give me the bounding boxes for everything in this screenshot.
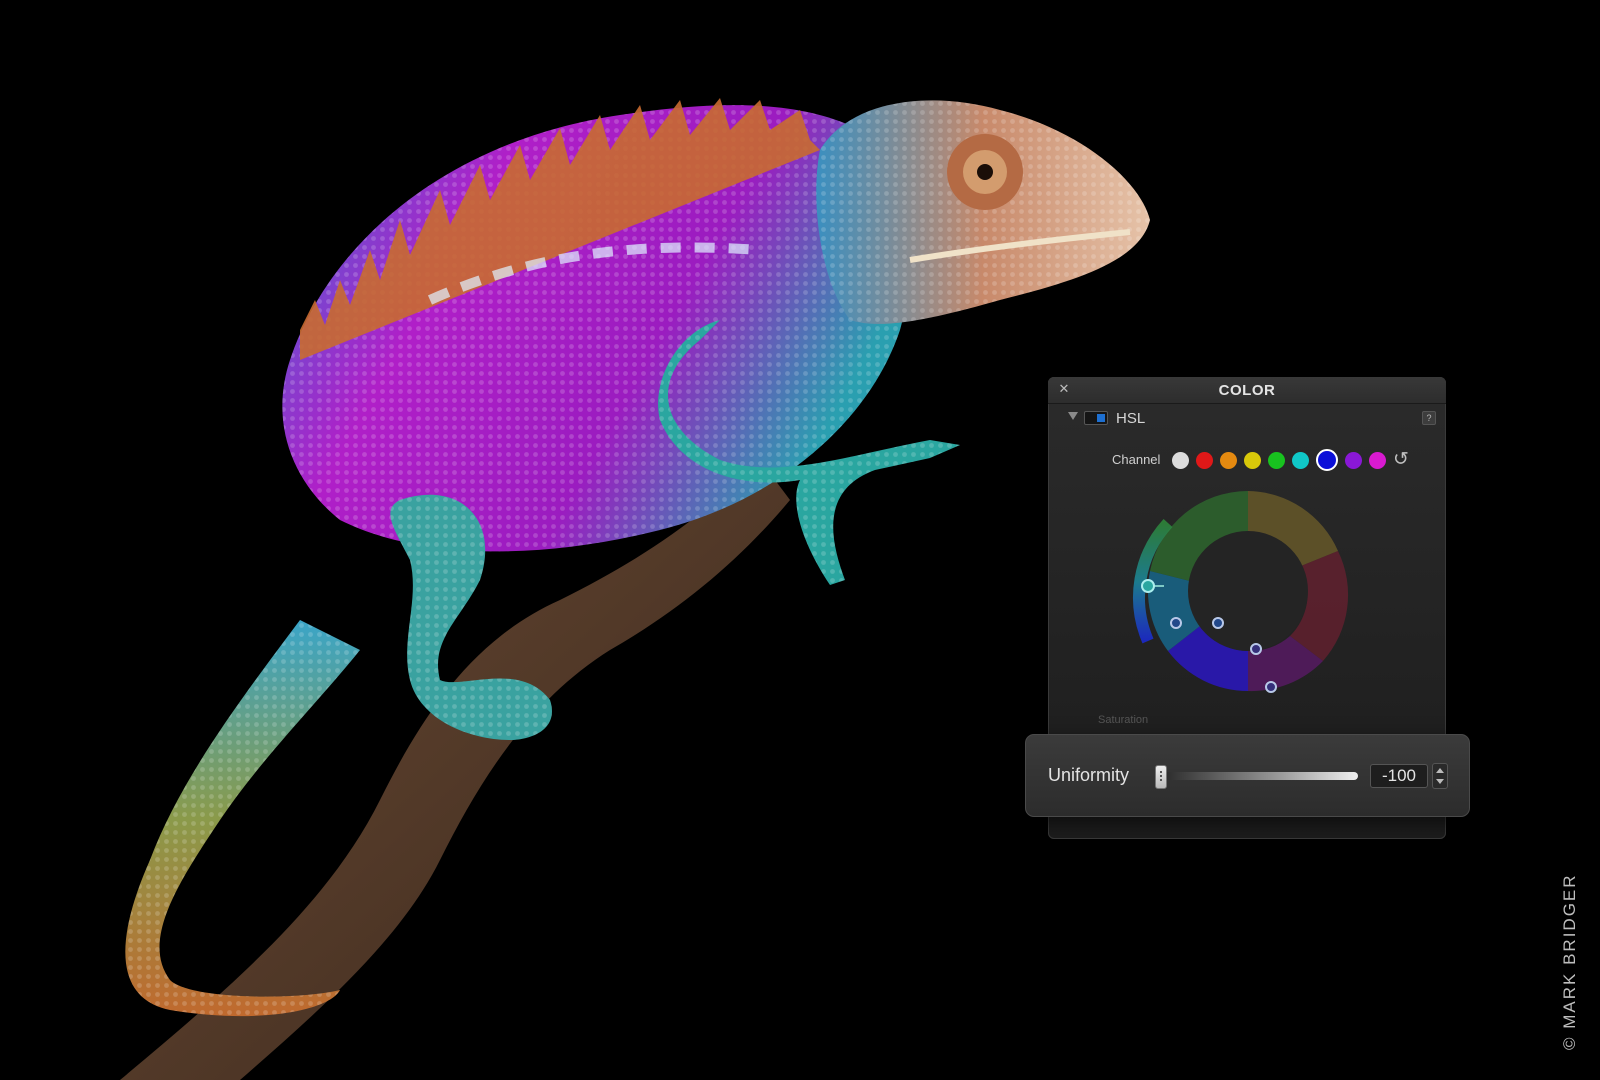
reset-icon[interactable]: ↺ [1393, 448, 1409, 471]
hue-handle[interactable] [1170, 617, 1182, 629]
channel-dot-magenta[interactable] [1369, 451, 1386, 469]
uniformity-control: Uniformity -100 [1025, 734, 1470, 817]
hue-handle[interactable] [1265, 681, 1277, 693]
stepper-down-icon[interactable] [1436, 779, 1444, 784]
channel-selector [1172, 449, 1386, 471]
wheel-ring [1147, 491, 1349, 692]
panel-title: COLOR [1218, 382, 1276, 399]
uniformity-slider-thumb[interactable] [1155, 765, 1167, 789]
channel-dot-yellow[interactable] [1244, 451, 1261, 469]
help-button[interactable]: ? [1422, 411, 1436, 425]
hue-handle[interactable] [1250, 643, 1262, 655]
channel-dot-purple[interactable] [1345, 451, 1362, 469]
copyright-watermark: © MARK BRIDGER [1560, 873, 1579, 1050]
channel-dot-all[interactable] [1172, 451, 1189, 469]
uniformity-stepper[interactable] [1432, 763, 1448, 789]
color-wheel[interactable] [1118, 481, 1358, 711]
channel-dot-aqua[interactable] [1292, 451, 1309, 469]
stepper-up-icon[interactable] [1436, 768, 1444, 773]
uniformity-label: Uniformity [1048, 765, 1130, 785]
section-label: HSL [1116, 410, 1146, 427]
hue-handle[interactable] [1212, 617, 1224, 629]
uniformity-slider-track[interactable] [1162, 772, 1358, 780]
panel-header: ✕ COLOR [1048, 377, 1446, 404]
channel-label: Channel [1112, 452, 1161, 467]
faded-label: Saturation [1098, 714, 1149, 726]
disclosure-triangle-icon[interactable] [1068, 412, 1078, 420]
range-handle[interactable] [1141, 579, 1155, 593]
channel-dot-green[interactable] [1268, 451, 1285, 469]
channel-dot-blue[interactable] [1316, 449, 1338, 471]
hsl-toggle-icon[interactable] [1084, 411, 1108, 425]
channel-dot-red[interactable] [1196, 451, 1213, 469]
hsl-section-header: HSL ? [1048, 407, 1446, 431]
uniformity-value-field[interactable]: -100 [1370, 764, 1428, 788]
channel-dot-orange[interactable] [1220, 451, 1237, 469]
